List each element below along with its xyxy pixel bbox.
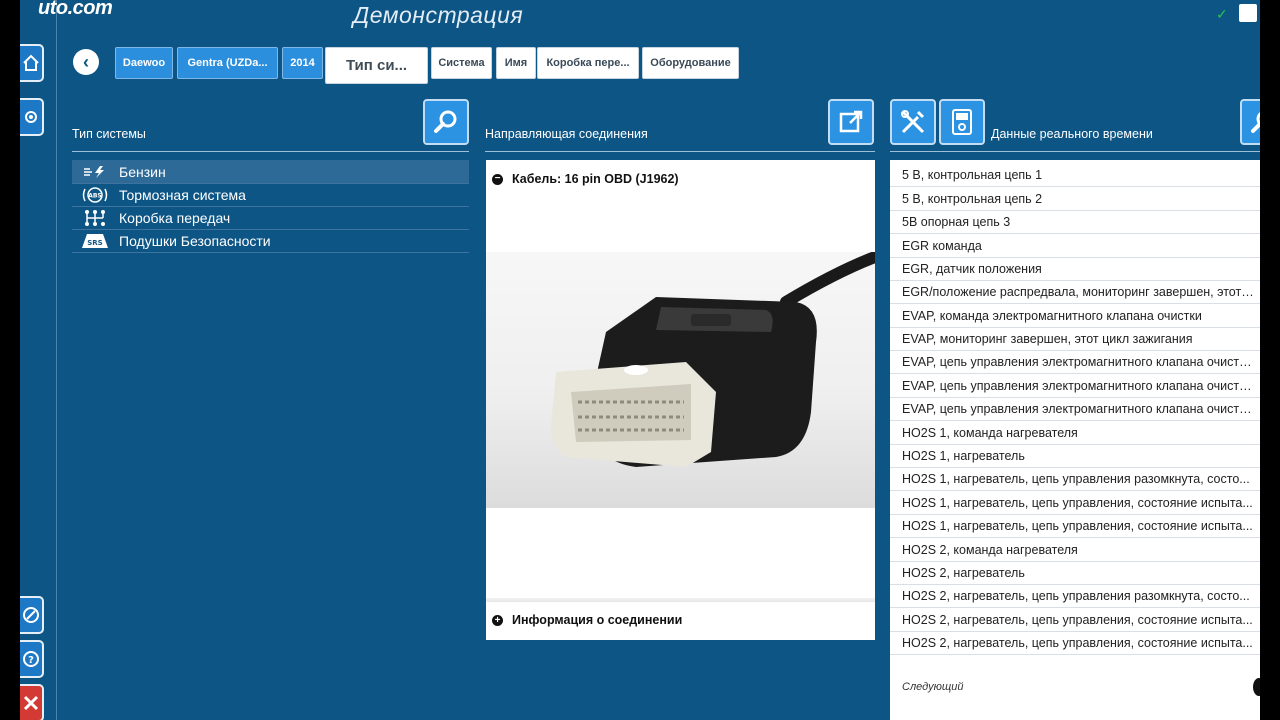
system-item-brakes[interactable]: ABS Тормозная система — [72, 183, 469, 207]
back-button[interactable]: ‹ — [73, 49, 99, 75]
breadcrumb-equipment[interactable]: Оборудование — [642, 47, 739, 79]
system-item-label: Бензин — [119, 163, 166, 180]
svg-text:?: ? — [28, 655, 34, 666]
help-icon: ? — [23, 651, 39, 667]
srs-icon: SRS — [80, 232, 110, 250]
list-item[interactable]: HO2S 1, команда нагревателя — [890, 421, 1260, 445]
home-button[interactable] — [20, 44, 44, 82]
live-data-button[interactable] — [939, 99, 985, 145]
tools-button[interactable] — [20, 596, 44, 634]
breadcrumb-year[interactable]: 2014 — [282, 47, 323, 79]
live-data-search-button[interactable] — [1240, 99, 1260, 145]
left-toolbar: ? — [20, 0, 57, 720]
list-item[interactable]: EVAP, цепь управления электромагнитного … — [890, 350, 1260, 374]
list-item[interactable]: EGR, датчик положения — [890, 257, 1260, 281]
list-item[interactable]: 5 В, контрольная цепь 2 — [890, 187, 1260, 211]
system-item-airbags[interactable]: SRS Подушки Безопасности — [72, 229, 469, 253]
connection-check-icon: ✓ — [1216, 6, 1228, 22]
tools-icon — [901, 110, 925, 134]
wrench-circle-icon — [23, 607, 39, 623]
list-item[interactable]: EGR/положение распредвала, мониторинг за… — [890, 280, 1260, 304]
abs-icon: ABS — [80, 186, 110, 204]
collapse-icon: − — [492, 173, 503, 185]
list-item[interactable]: HO2S 2, нагреватель, цепь управления раз… — [890, 584, 1260, 608]
list-item[interactable]: HO2S 1, нагреватель, цепь управления раз… — [890, 467, 1260, 491]
system-item-label: Подушки Безопасности — [119, 232, 271, 249]
svg-text:ABS: ABS — [88, 192, 102, 199]
list-item[interactable]: EVAP, мониторинг завершен, этот цикл заж… — [890, 327, 1260, 351]
live-data-list: 5 В, контрольная цепь 1 5 В, контрольная… — [890, 160, 1260, 720]
settings-button[interactable] — [20, 98, 44, 136]
system-panel-header: Тип системы — [72, 127, 146, 141]
breadcrumb-system[interactable]: Система — [431, 47, 492, 79]
divider — [485, 151, 875, 152]
list-item[interactable]: HO2S 2, нагреватель — [890, 561, 1260, 585]
help-button[interactable]: ? — [20, 640, 44, 678]
list-item[interactable]: HO2S 1, нагреватель, цепь управления, со… — [890, 514, 1260, 538]
svg-text:SRS: SRS — [87, 239, 102, 247]
connection-info-label: Информация о соединении — [512, 613, 683, 627]
list-item[interactable]: 5В опорная цепь 3 — [890, 210, 1260, 234]
breadcrumb-system-type[interactable]: Тип си... — [325, 47, 428, 84]
list-item[interactable]: 5 В, контрольная цепь 1 — [890, 163, 1260, 187]
gear-icon — [25, 111, 37, 123]
next-arrow-icon[interactable] — [1253, 678, 1260, 696]
app-window: ? uto.com Демонстрация ✓ ‹ Daewoo Gentra… — [20, 0, 1260, 720]
expand-icon: + — [492, 614, 503, 626]
battery-icon — [1239, 4, 1257, 22]
connection-info-toggle[interactable]: + Информация о соединении — [492, 613, 682, 627]
app-logo: uto.com — [38, 0, 113, 19]
list-item[interactable]: EGR команда — [890, 234, 1260, 258]
system-item-gearbox[interactable]: Коробка передач — [72, 206, 469, 230]
cable-label: Кабель: 16 pin OBD (J1962) — [512, 172, 679, 186]
breadcrumb-model[interactable]: Gentra (UZDa... — [177, 47, 278, 79]
connection-panel-header: Направляющая соединения — [485, 127, 648, 141]
list-item[interactable]: HO2S 2, нагреватель, цепь управления, со… — [890, 631, 1260, 655]
divider — [486, 598, 875, 602]
search-icon — [1251, 112, 1260, 133]
list-item[interactable]: EVAP, команда электромагнитного клапана … — [890, 304, 1260, 328]
search-icon — [434, 110, 457, 133]
list-item[interactable]: HO2S 2, команда нагревателя — [890, 538, 1260, 562]
fuel-injector-icon — [80, 163, 110, 181]
list-item[interactable]: EVAP, цепь управления электромагнитного … — [890, 374, 1260, 398]
system-item-label: Тормозная система — [119, 186, 246, 203]
connection-panel: − Кабель: 16 pin OBD (J1962) + Информаци… — [486, 160, 875, 640]
obd-connector-image — [486, 252, 875, 508]
system-item-label: Коробка передач — [119, 209, 231, 226]
external-link-icon — [839, 110, 863, 133]
search-button[interactable] — [423, 99, 469, 145]
list-item[interactable]: HO2S 1, нагреватель, цепь управления, со… — [890, 491, 1260, 515]
actuator-test-button[interactable] — [890, 99, 936, 145]
home-icon — [23, 54, 39, 71]
exit-button[interactable] — [20, 684, 44, 720]
breadcrumb-name[interactable]: Имя — [496, 47, 536, 79]
divider — [890, 151, 1260, 152]
chevron-left-icon: ‹ — [83, 51, 89, 72]
system-item-petrol[interactable]: Бензин — [72, 160, 469, 184]
gearbox-icon — [80, 209, 110, 227]
cable-section-toggle[interactable]: − Кабель: 16 pin OBD (J1962) — [492, 172, 679, 186]
multimeter-icon — [952, 109, 972, 135]
page-title: Демонстрация — [353, 2, 524, 28]
divider — [72, 151, 469, 152]
breadcrumb-gearbox[interactable]: Коробка пере... — [537, 47, 639, 79]
list-item[interactable]: EVAP, цепь управления электромагнитного … — [890, 397, 1260, 421]
close-icon — [23, 695, 39, 711]
list-item[interactable]: HO2S 1, нагреватель — [890, 444, 1260, 468]
live-data-header: Данные реального времени — [991, 127, 1153, 141]
export-button[interactable] — [828, 99, 874, 145]
list-item[interactable]: HO2S 2, нагреватель, цепь управления, со… — [890, 608, 1260, 632]
breadcrumb-make[interactable]: Daewoo — [115, 47, 173, 79]
next-button[interactable]: Следующий — [902, 681, 963, 693]
